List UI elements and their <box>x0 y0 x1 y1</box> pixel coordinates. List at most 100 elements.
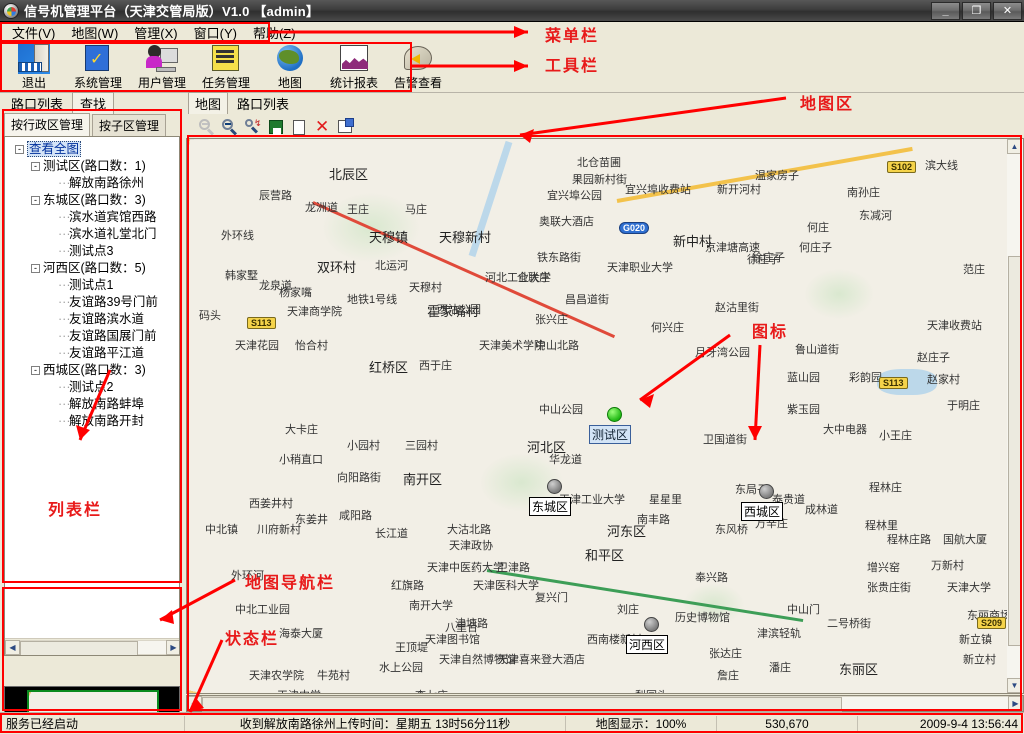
toolbar-button-statistics[interactable]: 统计报表 <box>326 42 382 91</box>
map-hscroll-track[interactable] <box>202 696 1008 712</box>
map-region: 地图 路口列表 ↯ ✕ 北辰区 北仓苗圃 果园新村街 宜兴埠公园 宜兴埠收费站 … <box>186 92 1024 712</box>
tree-subtabs: 按行政区管理 按子区管理 <box>4 113 180 136</box>
exit-icon <box>18 44 50 74</box>
tab-intersection-list[interactable]: 路口列表 <box>231 93 295 114</box>
map-marker-pin-icon[interactable] <box>547 479 562 494</box>
tree-node-root[interactable]: - 查看全图 <box>5 141 179 158</box>
tree-horizontal-scrollbar[interactable]: ◀ ▶ <box>5 638 179 655</box>
map-marker-pin-icon[interactable] <box>759 484 774 499</box>
save-icon[interactable] <box>267 118 285 136</box>
map-place-label: 天津花园 <box>235 340 279 352</box>
map-marker-pin-icon[interactable] <box>607 407 622 422</box>
map-place-label: 刘庄 <box>617 604 639 616</box>
toolbar-button-task-manage[interactable]: 任务管理 <box>198 42 254 91</box>
map-place-label: 宜兴埠公园 <box>547 190 602 202</box>
toolbar-button-system-manage[interactable]: 系统管理 <box>70 42 126 91</box>
toolbar-button-alarm-view[interactable]: 告警查看 <box>390 42 446 91</box>
tree-node-leaf[interactable]: ···解放南路开封 <box>5 413 179 430</box>
tree-toggle-icon[interactable]: - <box>31 162 40 172</box>
tree-node-group[interactable]: - 河西区(路口数：5) <box>5 260 179 277</box>
zoom-in-icon[interactable] <box>198 118 216 136</box>
minimize-button[interactable]: _ <box>931 2 960 20</box>
tab-map[interactable]: 地图 <box>188 92 229 114</box>
map-vscroll-thumb[interactable] <box>1008 256 1022 646</box>
map-place-label: 辰营路 <box>259 190 292 202</box>
tree-toggle-icon[interactable]: - <box>31 264 40 274</box>
map-place-label: 小王庄 <box>879 430 912 442</box>
scroll-left-arrow-icon[interactable]: ◀ <box>187 696 202 711</box>
tree-leaf-dash-icon: ··· <box>58 346 71 361</box>
district-tree[interactable]: - 查看全图 - 测试区(路口数：1) ···解放南路徐州 - 东城区(路口数：3) ···滨… <box>4 136 180 656</box>
zoom-out-icon[interactable] <box>221 118 239 136</box>
map-place-label: 滨大线 <box>925 160 958 172</box>
map-place-label: 中山公园 <box>539 404 583 416</box>
toolbar-button-map[interactable]: 地图 <box>262 42 318 91</box>
map-place-label: 新立镇 <box>959 634 992 646</box>
restore-button[interactable]: ❐ <box>962 2 991 20</box>
tree-node-leaf[interactable]: ···友谊路国展门前 <box>5 328 179 345</box>
toolbar-label: 告警查看 <box>393 76 442 90</box>
subtab-by-district[interactable]: 按行政区管理 <box>4 113 91 136</box>
menu-item-manage[interactable]: 管理(X) <box>126 22 185 43</box>
zoom-refresh-icon[interactable]: ↯ <box>244 118 262 136</box>
toolbar-button-user-manage[interactable]: 用户管理 <box>134 42 190 91</box>
scroll-left-arrow-icon[interactable]: ◀ <box>5 639 20 655</box>
tree-toggle-icon[interactable]: - <box>15 145 24 155</box>
tree-leaf-dash-icon: ··· <box>58 176 71 191</box>
map-place-label: 地铁1号线 <box>347 294 398 306</box>
close-button[interactable]: ✕ <box>993 2 1022 20</box>
tree-panel: 按行政区管理 按子区管理 - 查看全图 - 测试区(路口数：1) ···解放南路徐州 - 东… <box>4 113 180 678</box>
map-place-label: 河东区 <box>607 524 647 539</box>
menu-item-window[interactable]: 窗口(Y) <box>186 22 245 43</box>
delete-icon[interactable]: ✕ <box>313 118 331 136</box>
map-place-label: 马庄 <box>405 204 427 216</box>
scroll-right-arrow-icon[interactable]: ▶ <box>1008 696 1023 711</box>
tree-node-group[interactable]: - 东城区(路口数：3) <box>5 192 179 209</box>
map-place-label: 东减河 <box>859 210 892 222</box>
subtab-by-subarea[interactable]: 按子区管理 <box>92 114 167 136</box>
tree-node-leaf[interactable]: ···友谊路平江道 <box>5 345 179 362</box>
status-service: 服务已经启动 <box>6 717 79 731</box>
map-place-label: 天津医科大学 <box>473 580 539 592</box>
map-marker[interactable]: 东城区 <box>529 479 572 516</box>
tree-node-leaf[interactable]: ···测试点3 <box>5 243 179 260</box>
map-place-label: 天津图书馆 <box>425 634 480 646</box>
menu-item-help[interactable]: 帮助(Z) <box>245 22 304 43</box>
tree-node-leaf[interactable]: ···滨水道宾馆西路 <box>5 209 179 226</box>
tab-search[interactable]: 查找 <box>72 92 115 114</box>
map-marker-pin-icon[interactable] <box>644 617 659 632</box>
map-marker[interactable]: 西城区 <box>741 484 784 521</box>
map-marker[interactable]: 河西区 <box>626 617 669 654</box>
map-canvas[interactable]: 北辰区 北仓苗圃 果园新村街 宜兴埠公园 宜兴埠收费站 新开河村 温家房子 南孙庄 滨大线 东减河… <box>186 138 1024 694</box>
tree-node-leaf[interactable]: ···友谊路39号门前 <box>5 294 179 311</box>
map-vertical-scrollbar[interactable]: ▲ ▼ <box>1007 138 1024 694</box>
tree-node-leaf[interactable]: ···解放南路徐州 <box>5 175 179 192</box>
new-icon[interactable] <box>290 118 308 136</box>
properties-icon[interactable] <box>336 118 354 136</box>
tree-node-leaf[interactable]: ···测试点2 <box>5 379 179 396</box>
scroll-down-arrow-icon[interactable]: ▼ <box>1007 678 1022 693</box>
scroll-right-arrow-icon[interactable]: ▶ <box>166 639 179 655</box>
tree-node-leaf[interactable]: ···测试点1 <box>5 277 179 294</box>
tree-toggle-icon[interactable]: - <box>31 196 40 206</box>
menu-item-file[interactable]: 文件(V) <box>4 22 63 43</box>
map-place-label: 国航大厦 <box>943 534 987 546</box>
tree-node-leaf[interactable]: ···滨水道礼堂北门 <box>5 226 179 243</box>
toolbar-label: 任务管理 <box>201 76 250 90</box>
tab-intersection-list[interactable]: 路口列表 <box>4 93 71 114</box>
map-marker[interactable]: 测试区 <box>589 407 632 444</box>
map-horizontal-scrollbar[interactable]: ◀ ▶ <box>186 695 1024 712</box>
tree-node-group[interactable]: - 西城区(路口数：3) <box>5 362 179 379</box>
tree-node-label: 测试区(路口数：1) <box>43 159 146 174</box>
toolbar-button-exit[interactable]: 退出 <box>6 42 62 91</box>
tree-node-leaf[interactable]: ···友谊路滨水道 <box>5 311 179 328</box>
map-route-shield: S113 <box>879 377 908 389</box>
map-place-label: 西姜井村 <box>249 498 293 510</box>
map-place-label: 南开大学 <box>409 600 453 612</box>
tree-toggle-icon[interactable]: - <box>31 366 40 376</box>
menu-item-map[interactable]: 地图(W) <box>63 22 126 43</box>
scroll-track[interactable] <box>20 639 166 655</box>
tree-node-leaf[interactable]: ···解放南路蚌埠 <box>5 396 179 413</box>
tree-node-group[interactable]: - 测试区(路口数：1) <box>5 158 179 175</box>
scroll-up-arrow-icon[interactable]: ▲ <box>1007 139 1022 154</box>
